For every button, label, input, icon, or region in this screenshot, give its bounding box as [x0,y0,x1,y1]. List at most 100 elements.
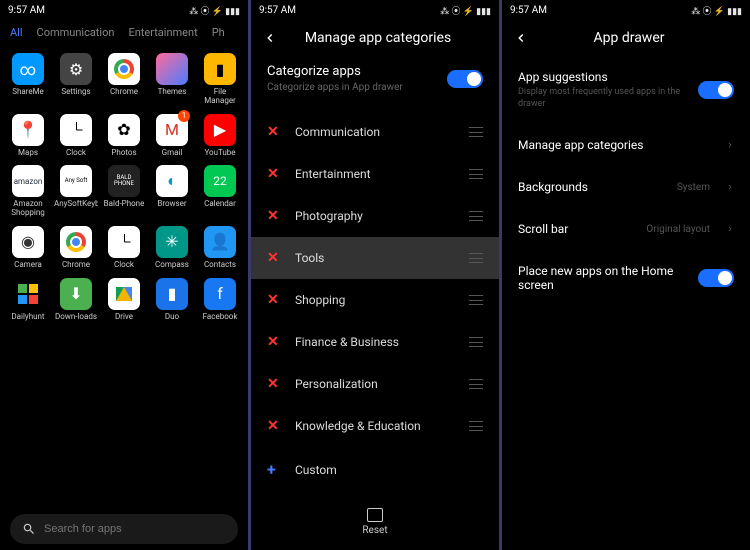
add-custom-row[interactable]: + Custom [251,447,499,492]
status-icons: ⁂ ⦿ ⚡ ▮▮▮ [189,4,240,17]
page-title: Manage app categories [289,30,467,46]
setting-value: Original layout [646,224,710,235]
categorize-toggle[interactable] [447,70,483,88]
category-row[interactable]: ✕Finance & Business [251,321,499,363]
setting-row[interactable]: BackgroundsSystem [502,166,750,208]
reset-icon [367,508,383,522]
app-label: YouTube [204,149,235,158]
app-item[interactable]: ▶YouTube [196,110,244,162]
remove-icon[interactable]: ✕ [267,418,281,434]
drag-handle-icon[interactable] [469,421,483,431]
category-row[interactable]: ✕Entertainment [251,153,499,195]
back-icon[interactable] [263,31,277,45]
drag-handle-icon[interactable] [469,127,483,137]
manage-categories-screen: 9:57 AM ⁂ ⦿ ⚡ ▮▮▮ Manage app categories … [251,0,499,550]
back-icon[interactable] [514,31,528,45]
category-row[interactable]: ✕ Knowledge & Education [251,405,499,447]
remove-icon[interactable]: ✕ [267,208,281,224]
app-item[interactable]: 22 Calendar [196,161,244,222]
app-icon: BALD PHONE [108,165,140,197]
app-item[interactable]: 👤Contacts [196,222,244,274]
remove-icon[interactable]: ✕ [267,376,281,392]
setting-toggle[interactable] [698,81,734,99]
app-item[interactable]: ◉Camera [4,222,52,274]
app-item[interactable]: ▮Duo [148,274,196,326]
category-name: Tools [295,251,455,265]
remove-icon[interactable]: ✕ [267,124,281,140]
app-item[interactable]: ◐Browser [148,161,196,222]
app-label: Calendar [204,200,236,209]
app-item[interactable]: BALD PHONEBald-Phone [100,161,148,222]
app-item[interactable]: amazonAmazon Shopping [4,161,52,222]
setting-sub: Display most frequently used apps in the… [518,87,688,110]
drag-handle-icon[interactable] [469,169,483,179]
app-item[interactable]: fFacebook [196,274,244,326]
search-icon [22,522,36,536]
drag-handle-icon[interactable] [469,211,483,221]
categorize-sub: Categorize apps in App drawer [267,82,439,93]
app-item[interactable]: Chrome [52,222,100,274]
setting-row[interactable]: Place new apps on the Home screen [502,250,750,306]
drag-handle-icon[interactable] [469,295,483,305]
category-row[interactable]: ✕Shopping [251,279,499,321]
tab-all[interactable]: All [10,26,23,39]
app-label: Chrome [62,261,90,270]
category-row[interactable]: ✕ Tools [251,237,499,279]
chevron-right-icon [726,225,734,233]
status-time: 9:57 AM [259,5,296,16]
tab-entertainment[interactable]: Entertainment [128,26,197,39]
tab-more[interactable]: Ph [212,26,225,39]
app-item[interactable]: ✿Photos [100,110,148,162]
add-icon[interactable]: + [267,460,281,479]
app-item[interactable]: ✳Compass [148,222,196,274]
app-label: Chrome [110,88,138,97]
app-label: Photos [111,149,136,158]
reset-button[interactable]: Reset [251,498,499,550]
search-input[interactable] [44,523,226,535]
app-icon: ▮ [204,53,236,85]
category-name: Knowledge & Education [295,419,455,433]
category-row[interactable]: ✕Personalization [251,363,499,405]
app-grid[interactable]: ∞ShareMe⚙Settings Chrome Themes▮File Manag… [0,45,248,326]
remove-icon[interactable]: ✕ [267,250,281,266]
app-item[interactable]: MGmail1 [148,110,196,162]
tab-communication[interactable]: Communication [37,26,115,39]
setting-row[interactable]: App suggestionsDisplay most frequently u… [502,56,750,124]
remove-icon[interactable]: ✕ [267,166,281,182]
app-item[interactable]: ⬇ Down-loads [52,274,100,326]
app-label: Clock [114,261,134,270]
category-list: ✕Communication✕Entertainment✕Photography… [251,111,499,498]
app-label: Browser [157,200,186,209]
categorize-title: Categorize apps [267,64,439,79]
drag-handle-icon[interactable] [469,379,483,389]
app-icon: ⚙ [60,53,92,85]
remove-icon[interactable]: ✕ [267,334,281,350]
app-icon: 22 [204,165,236,197]
app-item[interactable]: 📍Maps [4,110,52,162]
app-item[interactable]: ⚙Settings [52,49,100,110]
app-item[interactable]: ∞ShareMe [4,49,52,110]
app-icon: 👤 [204,226,236,258]
app-item[interactable]: ▮File Manager [196,49,244,110]
setting-row[interactable]: Scroll barOriginal layout [502,208,750,250]
app-item[interactable]: Chrome [100,49,148,110]
app-item[interactable]: Clock [100,222,148,274]
app-label: Down-loads [55,313,97,322]
category-row[interactable]: ✕Communication [251,111,499,153]
app-item[interactable]: Clock [52,110,100,162]
custom-label: Custom [295,463,483,477]
app-item[interactable]: Dailyhunt [4,274,52,326]
drag-handle-icon[interactable] [469,253,483,263]
remove-icon[interactable]: ✕ [267,292,281,308]
app-icon: ⬇ [60,278,92,310]
search-bar[interactable] [10,514,238,544]
setting-row[interactable]: Manage app categories [502,124,750,166]
setting-toggle[interactable] [698,269,734,287]
app-item[interactable]: Any SoftAnySoftKeyboa... [52,161,100,222]
app-item[interactable]: Drive [100,274,148,326]
category-row[interactable]: ✕Photography [251,195,499,237]
drag-handle-icon[interactable] [469,337,483,347]
app-icon: ◉ [12,226,44,258]
app-drawer-settings-screen: 9:57 AM ⁂ ⦿ ⚡ ▮▮▮ App drawer App suggest… [502,0,750,550]
app-item[interactable]: Themes [148,49,196,110]
